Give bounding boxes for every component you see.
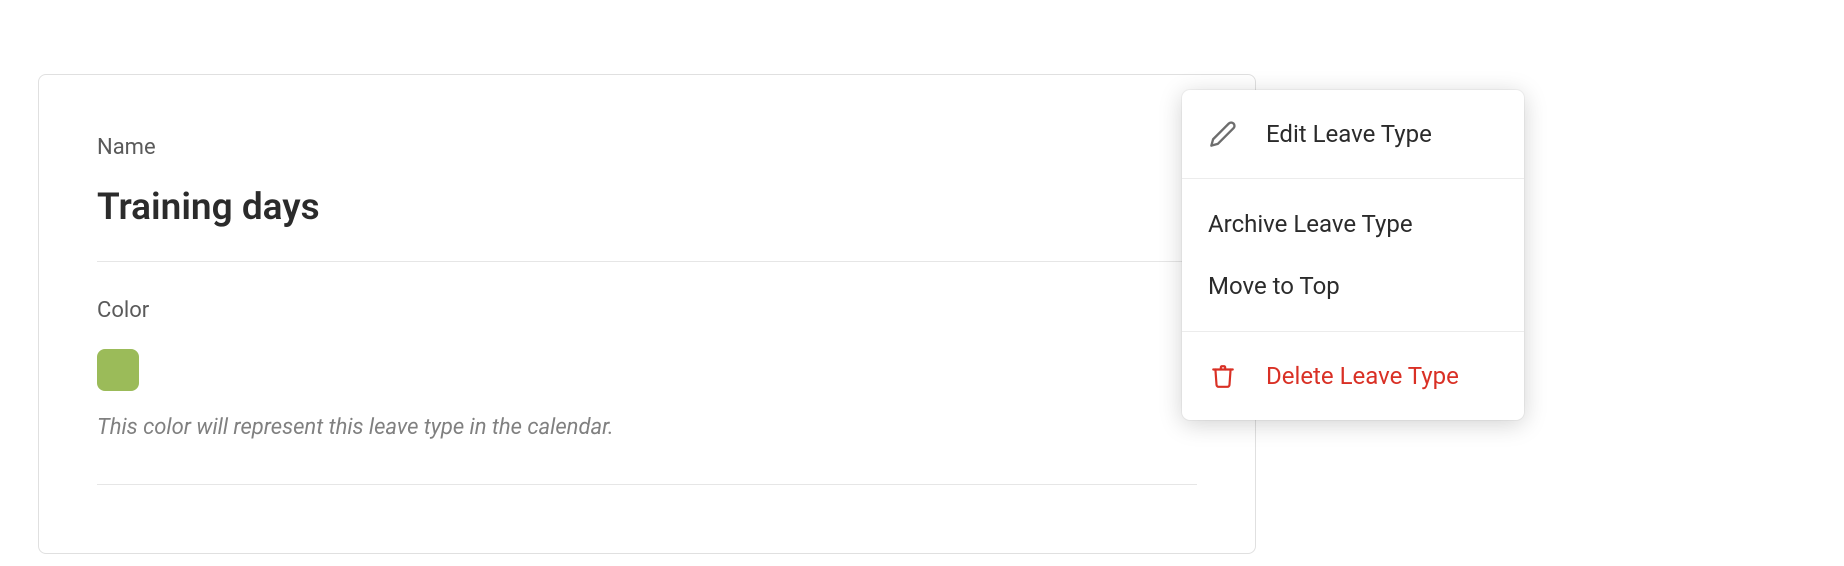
menu-item-edit[interactable]: Edit Leave Type: [1182, 90, 1524, 178]
divider: [97, 261, 1197, 262]
menu-item-label: Move to Top: [1208, 272, 1340, 300]
pencil-icon: [1208, 119, 1238, 149]
name-label: Name: [97, 135, 1197, 160]
menu-item-label: Edit Leave Type: [1266, 120, 1432, 148]
menu-item-archive[interactable]: Archive Leave Type: [1182, 193, 1524, 255]
name-value: Training days: [97, 186, 1197, 229]
color-label: Color: [97, 298, 1197, 323]
divider: [97, 484, 1197, 485]
leave-type-card: Name Training days Color This color will…: [38, 74, 1256, 554]
name-field: Name Training days: [97, 135, 1197, 229]
color-swatch[interactable]: [97, 349, 139, 391]
menu-item-delete[interactable]: Delete Leave Type: [1182, 332, 1524, 420]
menu-item-label: Delete Leave Type: [1266, 362, 1459, 390]
color-help-text: This color will represent this leave typ…: [97, 415, 1197, 440]
menu-item-label: Archive Leave Type: [1208, 210, 1413, 238]
color-field: Color This color will represent this lea…: [97, 298, 1197, 440]
menu-section: Archive Leave Type Move to Top: [1182, 179, 1524, 331]
menu-item-move-top[interactable]: Move to Top: [1182, 255, 1524, 317]
trash-icon: [1208, 361, 1238, 391]
actions-menu: Edit Leave Type Archive Leave Type Move …: [1182, 90, 1524, 420]
